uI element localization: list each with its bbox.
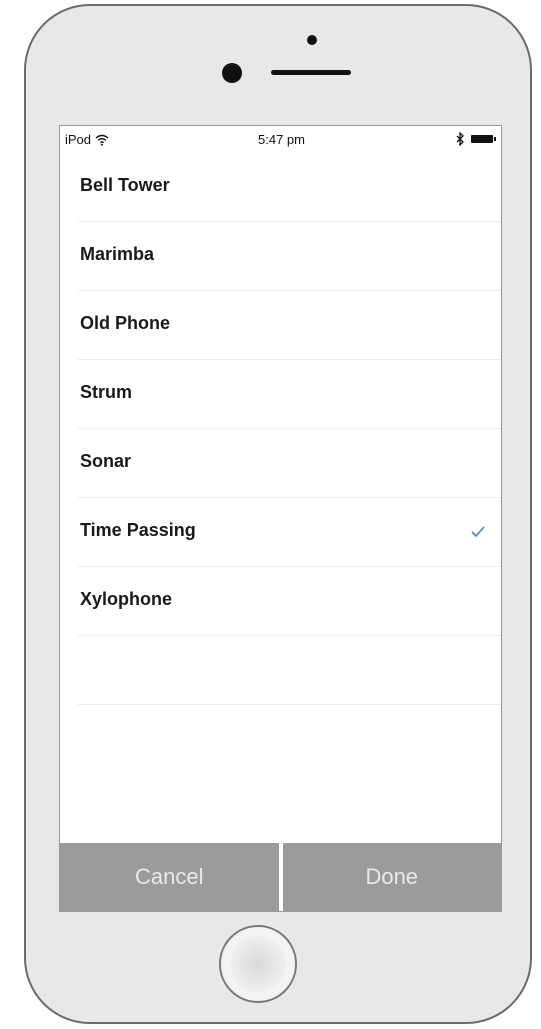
bluetooth-icon <box>456 132 464 146</box>
list-item[interactable]: Old Phone <box>78 291 501 360</box>
list-item[interactable]: Time Passing <box>78 498 501 567</box>
list-item[interactable]: Marimba <box>78 222 501 291</box>
tone-list: Bell Tower Marimba Old Phone Strum Sonar Time… <box>60 153 501 705</box>
home-button[interactable] <box>219 925 297 1003</box>
list-item-label: Strum <box>80 381 133 402</box>
list-item-label: Xylophone <box>80 588 173 609</box>
action-button-bar: Cancel Done <box>60 843 501 911</box>
cancel-button[interactable]: Cancel <box>60 843 279 911</box>
list-item-label: Time Passing <box>80 519 196 540</box>
status-bar: iPod 5:47 pm <box>60 126 501 154</box>
battery-icon <box>471 135 496 143</box>
list-item-label: Old Phone <box>80 312 170 333</box>
list-item-label: Bell Tower <box>80 174 170 195</box>
list-item-label: Marimba <box>80 243 155 264</box>
list-item[interactable]: Sonar <box>78 429 501 498</box>
list-item[interactable]: Bell Tower <box>78 153 501 222</box>
list-item[interactable]: Xylophone <box>78 567 501 636</box>
earpiece-speaker <box>271 70 351 75</box>
empty-list-row <box>78 636 501 705</box>
checkmark-icon <box>471 526 485 537</box>
status-time: 5:47 pm <box>258 132 305 147</box>
front-camera <box>222 63 242 83</box>
done-button[interactable]: Done <box>282 843 501 911</box>
phone-screen: iPod 5:47 pm Bell Tower Marimba Old Phone S… <box>59 125 502 912</box>
proximity-sensor-dot <box>307 35 317 45</box>
status-right-group <box>456 132 496 146</box>
list-item-label: Sonar <box>80 450 132 471</box>
list-item[interactable]: Strum <box>78 360 501 429</box>
